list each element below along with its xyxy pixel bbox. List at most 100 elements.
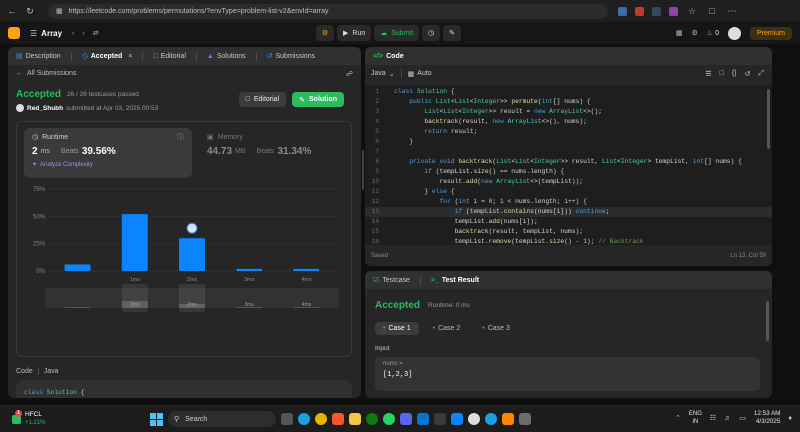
- discord-icon[interactable]: [400, 413, 412, 425]
- case-tab-1[interactable]: • Case 1: [375, 322, 419, 335]
- analyze-complexity-link[interactable]: ✦ Analyze Complexity: [32, 161, 184, 169]
- result-scrollbar[interactable]: [766, 301, 769, 341]
- notification-bell-icon[interactable]: ♦: [788, 415, 792, 422]
- github-icon[interactable]: [468, 413, 480, 425]
- extension-icon[interactable]: [652, 6, 661, 16]
- tab-accepted[interactable]: ◷ Accepted ×: [82, 52, 133, 61]
- refresh-icon[interactable]: ↻: [24, 5, 36, 17]
- check-dot-icon: •: [432, 325, 436, 332]
- tab-description[interactable]: ▤ Description: [16, 52, 61, 61]
- format-icon[interactable]: ☰: [705, 70, 711, 78]
- line-number: 3: [375, 108, 379, 115]
- extension-icon[interactable]: [635, 6, 644, 16]
- username[interactable]: Red_Shubh: [27, 105, 63, 112]
- chart-bar-1ms[interactable]: [121, 214, 148, 271]
- share-icon[interactable]: ☍: [346, 70, 353, 78]
- task-view-icon[interactable]: [281, 413, 293, 425]
- address-bar[interactable]: ▦ https://leetcode.com/problems/permutat…: [48, 3, 608, 19]
- case-tab-3[interactable]: • Case 3: [474, 322, 518, 335]
- all-submissions-link[interactable]: ← All Submissions: [16, 70, 76, 77]
- battery-icon[interactable]: ▭: [739, 414, 746, 422]
- store-icon[interactable]: [434, 413, 446, 425]
- overview-bar-0ms: [64, 307, 91, 308]
- stock-widget[interactable]: 1 HFCL +1.21%: [12, 409, 46, 427]
- extension-icon[interactable]: [669, 6, 678, 16]
- auto-mode[interactable]: ▦ Auto: [408, 70, 432, 78]
- tray-chevron-icon[interactable]: ⌃: [675, 414, 681, 422]
- tab-submissions[interactable]: ↺ Submissions: [267, 52, 316, 61]
- bookmark-icon[interactable]: □: [720, 70, 724, 77]
- brave-icon[interactable]: [332, 413, 344, 425]
- user-marker-avatar[interactable]: [186, 222, 198, 234]
- more-icon[interactable]: ⋯: [726, 5, 738, 17]
- favorites-icon[interactable]: ☆: [686, 5, 698, 17]
- whatsapp-icon[interactable]: [383, 413, 395, 425]
- leetcode-logo[interactable]: [8, 27, 20, 39]
- timer-button[interactable]: ◷: [422, 25, 441, 41]
- line-number: 5: [375, 128, 379, 135]
- collections-icon[interactable]: □: [706, 5, 718, 17]
- expand-icon[interactable]: ⤢: [758, 70, 764, 78]
- reset-icon[interactable]: ↺: [745, 70, 751, 78]
- run-button[interactable]: ▶ Run: [337, 25, 372, 41]
- range-handle[interactable]: [179, 284, 205, 312]
- tab-code[interactable]: </> Code: [373, 53, 404, 60]
- memory-card[interactable]: ▣ Memory 44.73 MB Beats 31.34%: [199, 128, 347, 178]
- problem-list-title[interactable]: Array: [41, 29, 62, 38]
- code-editor[interactable]: 1 class Solution {2 public List<List<Int…: [365, 85, 772, 255]
- range-handle[interactable]: [121, 284, 148, 312]
- editor-scrollbar[interactable]: [767, 89, 770, 149]
- braces-icon[interactable]: {}: [732, 70, 737, 77]
- file-explorer-icon[interactable]: [349, 413, 361, 425]
- browser-icon[interactable]: [485, 413, 497, 425]
- taskbar-search[interactable]: ⚲ Search: [168, 411, 276, 427]
- clock[interactable]: 12:53 AM 4/3/2025: [754, 410, 781, 426]
- avatar[interactable]: [727, 26, 741, 40]
- panel-resize-handle[interactable]: [362, 150, 364, 190]
- extension-icon[interactable]: [618, 6, 627, 16]
- runtime-card[interactable]: ◷ Runtime ⓘ 2 ms Beats 39.56% ✦ Analyze C…: [24, 128, 192, 178]
- submit-button[interactable]: ☁ Submit: [374, 25, 420, 41]
- solution-button[interactable]: ✎ Solution: [292, 92, 344, 107]
- settings-icon[interactable]: ⚙: [692, 29, 698, 37]
- edge-icon[interactable]: [298, 413, 310, 425]
- language-select[interactable]: Java ⌄: [371, 70, 395, 78]
- chart-bar-4ms[interactable]: [293, 268, 320, 271]
- case-tab-2[interactable]: • Case 2: [425, 322, 469, 335]
- line-number: 13: [371, 208, 379, 215]
- debug-button[interactable]: ⚙: [316, 25, 334, 41]
- layout-icon[interactable]: ▦: [676, 29, 683, 37]
- language-indicator[interactable]: ENG IN: [689, 410, 702, 426]
- submitted-code-block[interactable]: class Solution { public List<List<Intege…: [16, 380, 352, 398]
- tab-solutions[interactable]: ▲ Solutions: [207, 53, 246, 60]
- chrome-icon[interactable]: [315, 413, 327, 425]
- tab-testcase[interactable]: ☑ Testcase: [373, 276, 410, 285]
- save-status: Saved: [371, 253, 389, 259]
- tab-test-result[interactable]: >_ Test Result: [431, 277, 479, 284]
- tab-editorial[interactable]: □ Editorial: [153, 53, 186, 60]
- wifi-icon[interactable]: ☷: [710, 414, 716, 422]
- premium-button[interactable]: Premium: [749, 26, 792, 40]
- code-line: 9 if (tempList.size() == nums.length) {: [365, 167, 772, 177]
- problem-list-icon[interactable]: ☰: [30, 29, 37, 38]
- chart-bar-0ms[interactable]: [64, 264, 91, 271]
- editorial-button[interactable]: □ Editorial: [238, 92, 287, 107]
- prev-problem-icon[interactable]: ‹: [72, 30, 74, 37]
- notes-button[interactable]: ✎: [443, 25, 462, 41]
- fire-icon[interactable]: ♨: [707, 29, 713, 37]
- close-tab-icon[interactable]: ×: [128, 53, 132, 60]
- fire-count: 0: [715, 29, 719, 37]
- photos-icon[interactable]: [519, 413, 531, 425]
- back-icon[interactable]: ←: [6, 5, 18, 17]
- app-icon[interactable]: [451, 413, 463, 425]
- xbox-icon[interactable]: [366, 413, 378, 425]
- volume-icon[interactable]: ♬: [724, 415, 731, 422]
- vlc-icon[interactable]: [502, 413, 514, 425]
- vscode-icon[interactable]: [417, 413, 429, 425]
- start-button[interactable]: [150, 412, 163, 426]
- chart-bar-3ms[interactable]: [236, 268, 263, 271]
- next-problem-icon[interactable]: ›: [82, 30, 84, 37]
- shuffle-icon[interactable]: ⇄: [93, 29, 99, 37]
- chart-bar-2ms[interactable]: [179, 238, 205, 271]
- info-icon[interactable]: ⓘ: [177, 132, 184, 142]
